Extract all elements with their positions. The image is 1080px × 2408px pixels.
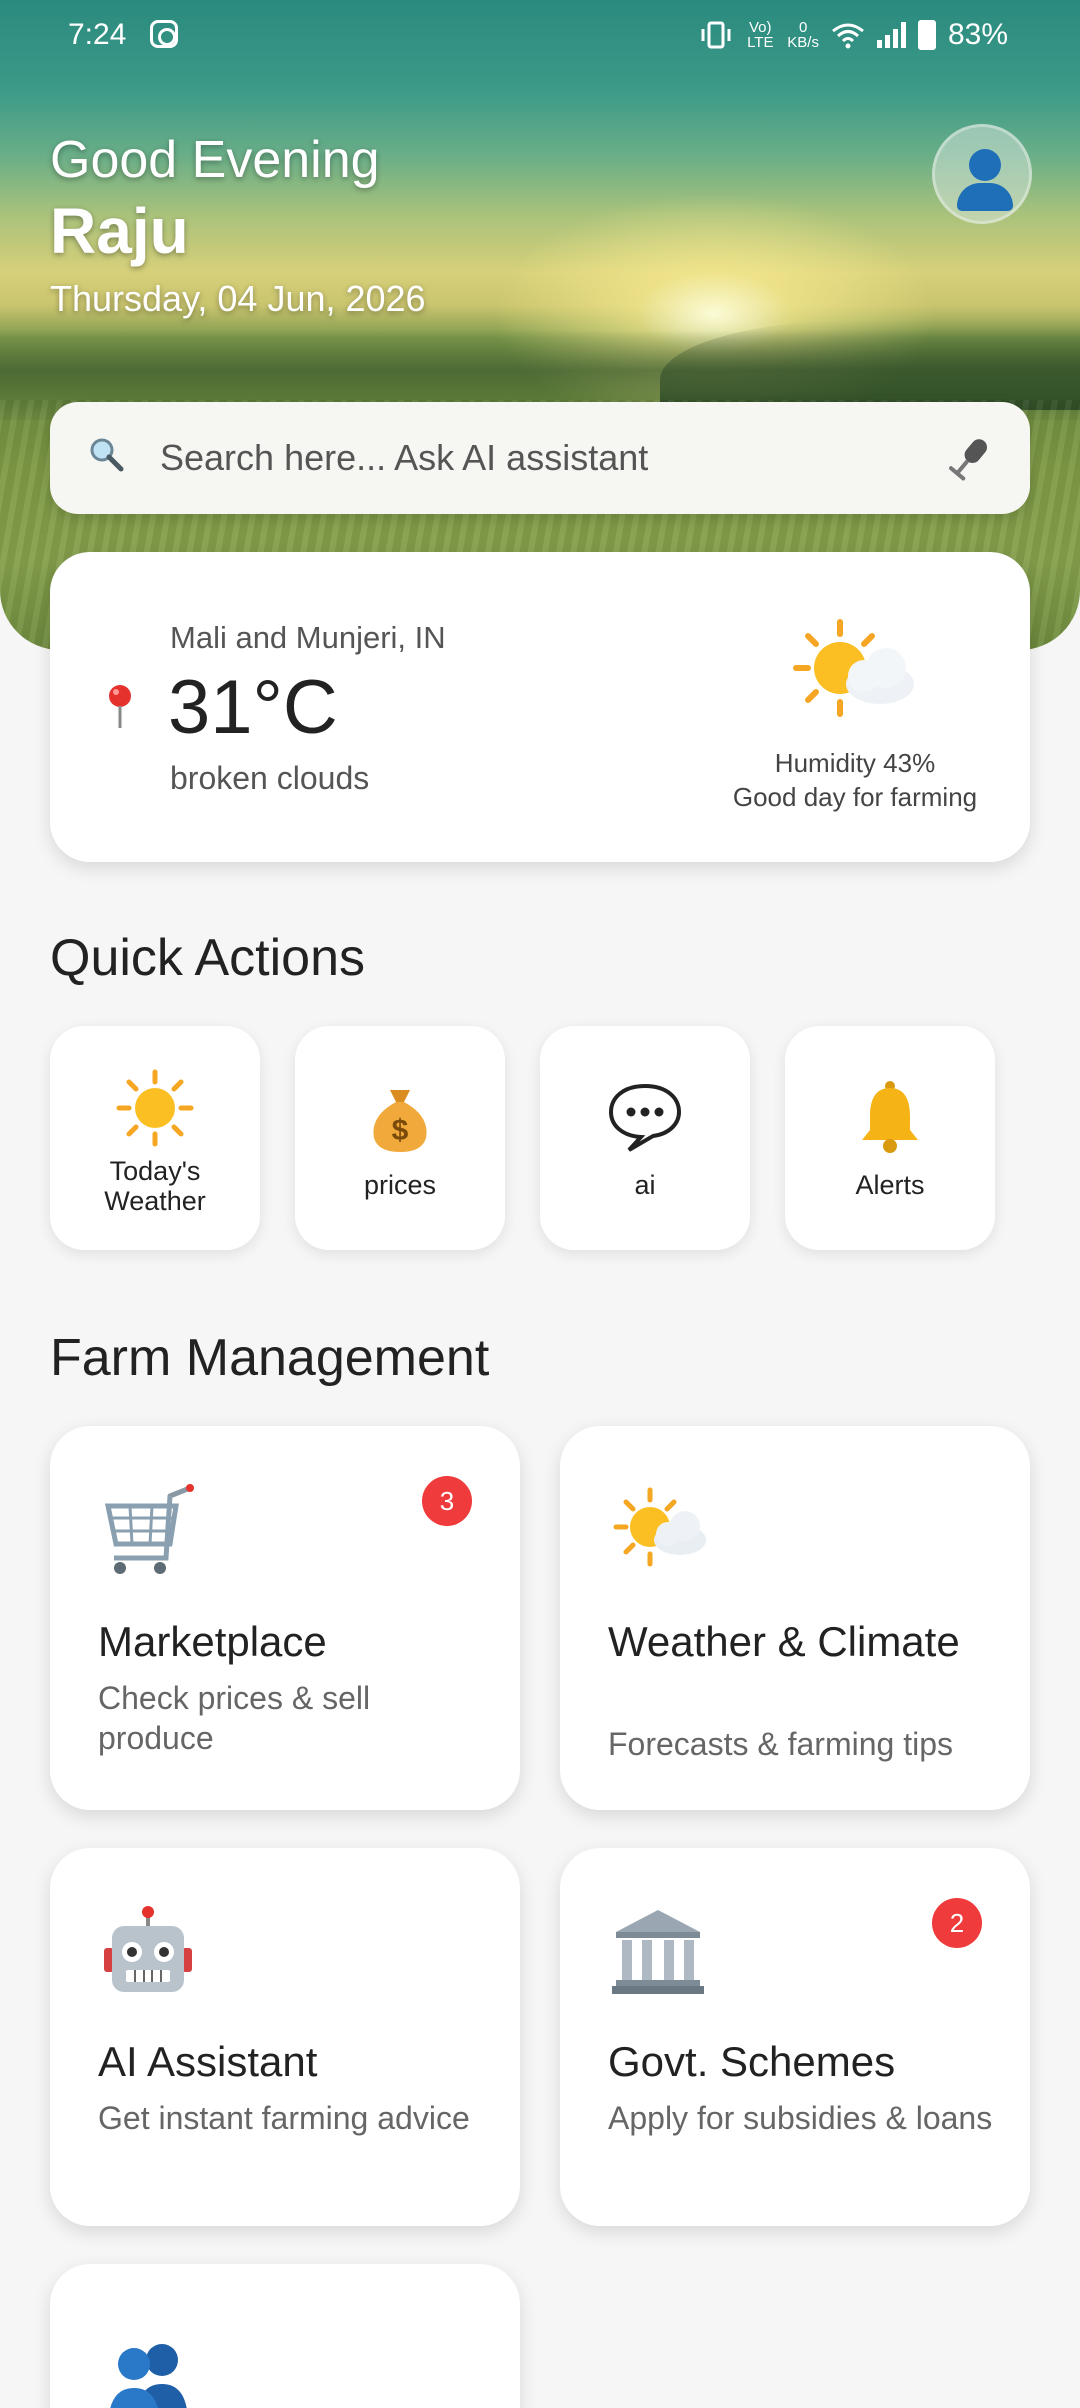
card-subtitle: Get instant farming advice bbox=[98, 2100, 470, 2136]
notification-badge: 2 bbox=[932, 1898, 982, 1948]
sun-behind-cloud-icon bbox=[793, 619, 914, 717]
quick-action-label-line2: Weather bbox=[104, 1186, 206, 1216]
card-ai-assistant[interactable]: AI Assistant Get instant farming advice bbox=[50, 1848, 520, 2226]
government-building-icon bbox=[612, 1910, 704, 1994]
card-title: Marketplace bbox=[98, 1618, 327, 1665]
svg-text:$: $ bbox=[392, 1114, 409, 1147]
avatar-head bbox=[969, 149, 1001, 181]
quick-actions-heading: Quick Actions bbox=[50, 929, 366, 987]
sun-behind-cloud-icon bbox=[613, 1487, 706, 1567]
card-govt-schemes[interactable]: 2 Govt. Schemes Apply for subsidies & lo… bbox=[560, 1848, 1030, 2226]
shopping-cart-icon bbox=[104, 1484, 194, 1574]
search-bar[interactable] bbox=[50, 402, 1030, 514]
card-marketplace[interactable]: 3 Marketplace Check prices & sell produc… bbox=[50, 1426, 520, 1810]
sun-icon bbox=[116, 1069, 194, 1147]
current-date: Thursday, 04 Jun, 2026 bbox=[50, 278, 426, 319]
card-title: Weather & Climate bbox=[608, 1618, 960, 1665]
card-subtitle: Forecasts & farming tips bbox=[608, 1726, 953, 1762]
greeting-block: Good Evening Raju Thursday, 04 Jun, 2026 bbox=[50, 130, 426, 320]
vibrate-icon bbox=[701, 21, 731, 49]
card-subtitle: Apply for subsidies & loans bbox=[608, 2100, 993, 2136]
quick-action-prices[interactable]: $ prices bbox=[295, 1026, 505, 1250]
quick-action-label-line1: Today's bbox=[109, 1156, 201, 1186]
card-subtitle: Check prices & sell produce bbox=[98, 1680, 371, 1756]
weather-card[interactable]: Mali and Munjeri, IN 31°C broken clouds … bbox=[50, 552, 1030, 862]
volte-indicator: Vo) LTE bbox=[747, 19, 774, 51]
robot-icon bbox=[104, 1906, 192, 1992]
weather-humidity: Humidity 43% bbox=[774, 748, 936, 778]
weather-description: broken clouds bbox=[170, 760, 370, 796]
network-speed-unit: KB/s bbox=[787, 34, 819, 51]
wifi-icon bbox=[832, 23, 864, 49]
search-input[interactable] bbox=[160, 430, 960, 486]
network-speed: 0 KB/s bbox=[787, 20, 819, 50]
quick-action-label: prices bbox=[363, 1170, 437, 1200]
battery-icon bbox=[917, 20, 936, 50]
avatar-body bbox=[957, 183, 1013, 211]
speech-bubble-icon bbox=[608, 1083, 682, 1152]
system-indicators: Vo) LTE 0 KB/s 83% bbox=[699, 18, 1008, 52]
weather-temperature: 31°C bbox=[168, 665, 338, 750]
profile-avatar-button[interactable] bbox=[932, 124, 1032, 224]
quick-action-ai[interactable]: ai bbox=[540, 1026, 750, 1250]
card-community[interactable] bbox=[50, 2264, 520, 2408]
status-bar: 7:24 Vo) LTE 0 KB/s 83% bbox=[0, 0, 1080, 70]
search-icon bbox=[90, 438, 124, 472]
weather-advice: Good day for farming bbox=[732, 782, 978, 812]
quick-action-todays-weather[interactable]: Today's Weather bbox=[50, 1026, 260, 1250]
quick-action-alerts[interactable]: Alerts bbox=[785, 1026, 995, 1250]
notification-badge: 3 bbox=[422, 1476, 472, 1526]
signal-icon bbox=[876, 22, 906, 48]
bell-icon bbox=[862, 1081, 918, 1153]
quick-action-label: ai bbox=[634, 1170, 656, 1200]
money-bag-icon: $ bbox=[373, 1090, 427, 1152]
weather-location: Mali and Munjeri, IN bbox=[170, 620, 446, 655]
battery-percent: 83% bbox=[947, 18, 1008, 51]
instagram-icon bbox=[150, 20, 178, 48]
quick-action-label: Today's Weather bbox=[50, 1156, 260, 1216]
quick-action-label: Alerts bbox=[855, 1170, 925, 1200]
greeting-text: Good Evening bbox=[50, 131, 380, 189]
status-time: 7:24 bbox=[68, 18, 127, 51]
location-pin-icon bbox=[109, 685, 131, 728]
card-weather-climate[interactable]: Weather & Climate Forecasts & farming ti… bbox=[560, 1426, 1030, 1810]
microphone-icon[interactable] bbox=[946, 432, 994, 484]
card-title: AI Assistant bbox=[98, 2038, 318, 2085]
user-name: Raju bbox=[50, 195, 189, 267]
farm-management-heading: Farm Management bbox=[50, 1329, 490, 1387]
card-title: Govt. Schemes bbox=[608, 2038, 896, 2085]
people-icon bbox=[110, 2344, 187, 2408]
